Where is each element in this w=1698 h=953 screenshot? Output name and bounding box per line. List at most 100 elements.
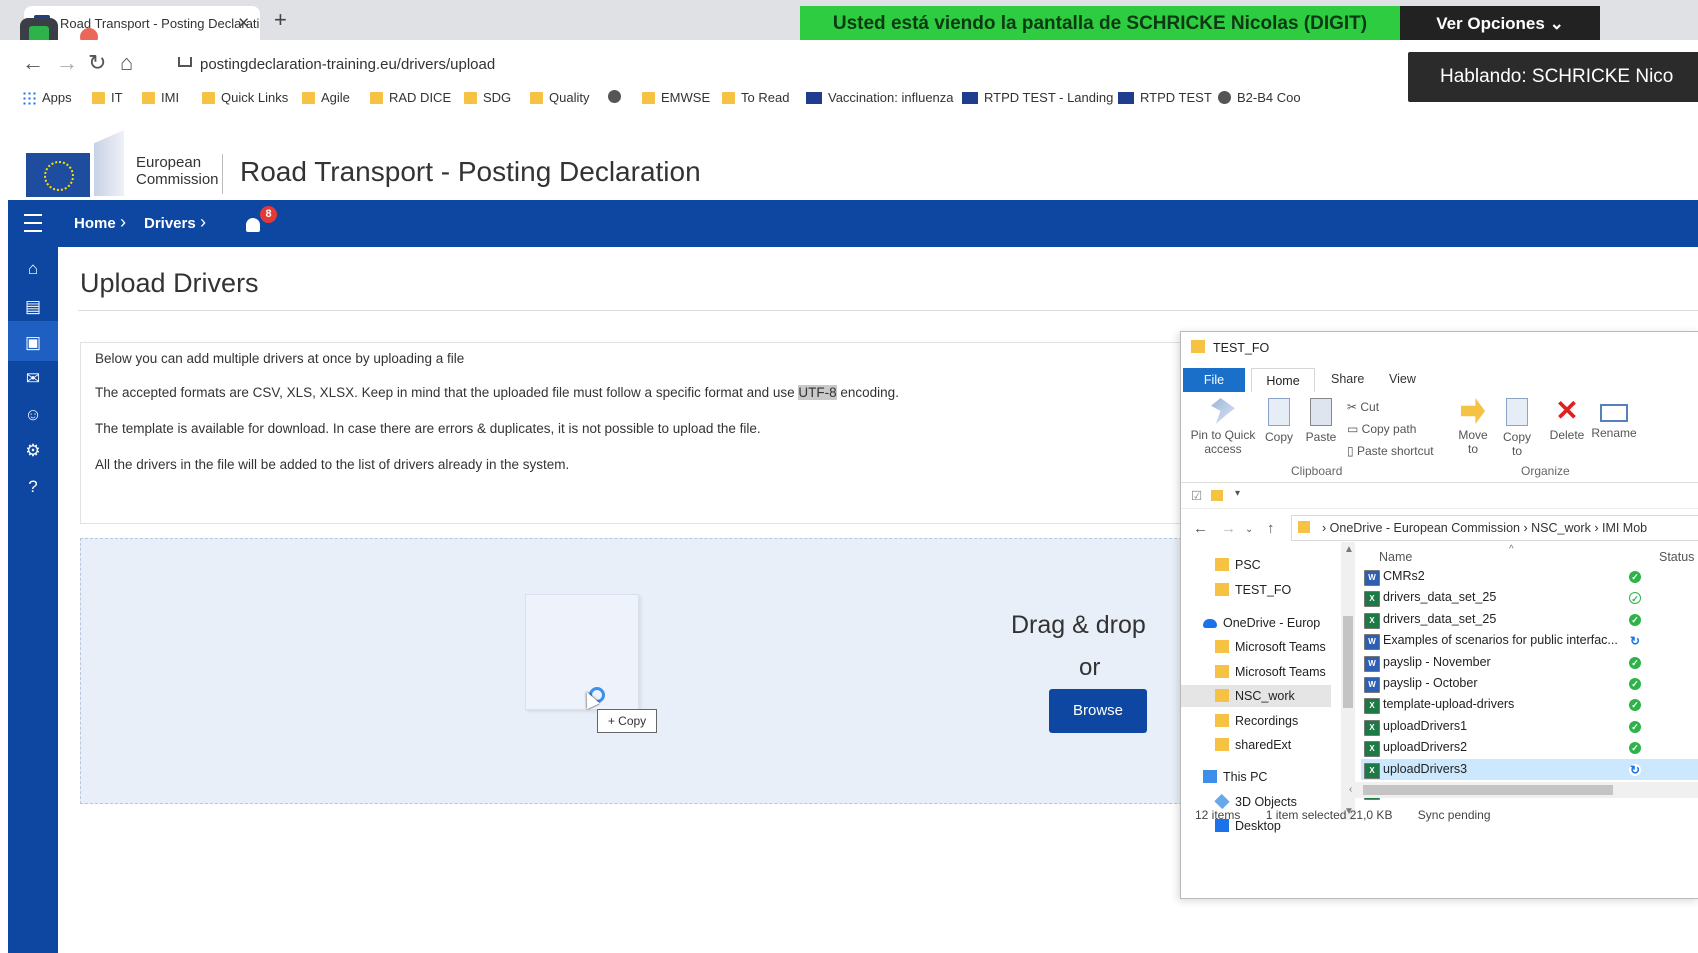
column-header-status[interactable]: Status bbox=[1659, 550, 1694, 564]
bookmark-item[interactable]: RAD DICE bbox=[370, 90, 451, 105]
bookmark-item[interactable]: IT bbox=[92, 90, 123, 105]
file-dropzone[interactable]: + Copy Drag & drop or Browse bbox=[80, 538, 1192, 804]
excel-file-icon: X bbox=[1364, 612, 1380, 629]
browser-tab[interactable]: Road Transport - Posting Declarati ✕ bbox=[24, 6, 260, 40]
scrollbar-thumb[interactable] bbox=[1343, 616, 1353, 708]
rename-button[interactable]: Rename bbox=[1591, 398, 1637, 440]
bookmark-item[interactable]: EMWSE bbox=[642, 90, 710, 105]
tree-item[interactable]: OneDrive - Europ bbox=[1181, 612, 1331, 634]
chat-icon[interactable]: ✉ bbox=[23, 369, 43, 389]
bookmark-item[interactable]: Agile bbox=[302, 90, 350, 105]
forward-icon[interactable]: → bbox=[56, 50, 78, 76]
breadcrumb-home[interactable]: Home bbox=[74, 215, 116, 232]
scroll-left-icon[interactable]: ‹ bbox=[1349, 784, 1352, 795]
navigation-scrollbar[interactable]: ▲ ▼ bbox=[1341, 542, 1355, 820]
paste-shortcut-button[interactable]: ▯ Paste shortcut bbox=[1347, 444, 1434, 458]
bookmark-item[interactable] bbox=[608, 90, 627, 103]
file-list-hscrollbar[interactable]: ‹ bbox=[1345, 782, 1698, 798]
customize-dropdown-icon[interactable]: ▾ bbox=[1235, 488, 1240, 499]
sync-status-icon: ✓ bbox=[1629, 592, 1641, 605]
explorer-titlebar[interactable]: TEST_FO bbox=[1181, 332, 1698, 362]
address-crumb-onedrive[interactable]: OneDrive - European Commission bbox=[1330, 521, 1520, 535]
tree-item[interactable]: Recordings bbox=[1181, 710, 1331, 732]
tree-item[interactable]: TEST_FO bbox=[1181, 579, 1331, 601]
address-crumb-imi[interactable]: IMI Mob bbox=[1602, 521, 1647, 535]
users-icon[interactable]: ☺ bbox=[23, 405, 43, 425]
paste-button[interactable]: Paste bbox=[1301, 398, 1341, 444]
notifications-bell-icon[interactable] bbox=[246, 218, 260, 232]
folder-icon bbox=[1191, 340, 1205, 353]
folder-icon bbox=[202, 91, 215, 104]
tree-item[interactable]: Microsoft Teams bbox=[1181, 661, 1331, 683]
up-icon[interactable]: ↑ bbox=[1267, 520, 1275, 537]
view-options-button[interactable]: Ver Opciones ⌄ bbox=[1400, 6, 1600, 42]
bookmark-item[interactable]: Quick Links bbox=[202, 90, 288, 105]
explorer-address-bar[interactable]: › OneDrive - European Commission › NSC_w… bbox=[1291, 515, 1698, 541]
bookmark-item[interactable]: Quality bbox=[530, 90, 589, 105]
file-row[interactable]: XuploadDrivers1 ✓ bbox=[1361, 716, 1698, 737]
recent-dropdown-icon[interactable]: ⌄ bbox=[1245, 524, 1253, 535]
gear-icon[interactable]: ⚙ bbox=[23, 441, 43, 461]
bookmark-item[interactable]: To Read bbox=[722, 90, 789, 105]
tab-view[interactable]: View bbox=[1389, 372, 1416, 386]
tree-item[interactable]: This PC bbox=[1181, 766, 1331, 788]
url-text[interactable]: postingdeclaration-training.eu/drivers/u… bbox=[200, 56, 495, 73]
file-row[interactable]: W CMRs2 ✓ bbox=[1361, 566, 1698, 587]
scrollbar-thumb[interactable] bbox=[1363, 785, 1613, 795]
back-icon[interactable]: ← bbox=[1193, 520, 1208, 537]
breadcrumb-drivers[interactable]: Drivers bbox=[144, 215, 196, 232]
bookmark-item[interactable]: B2-B4 Coo bbox=[1218, 90, 1301, 105]
menu-icon[interactable] bbox=[24, 214, 42, 232]
properties-checkbox-icon[interactable]: ☑ bbox=[1191, 488, 1202, 503]
file-name: Examples of scenarios for public interfa… bbox=[1383, 633, 1618, 648]
tree-item[interactable]: Microsoft Teams bbox=[1181, 636, 1331, 658]
sidebar: ⌂ ▤ ▣ ✉ ☺ ⚙ ? bbox=[8, 247, 58, 953]
bookmark-label: RAD DICE bbox=[389, 90, 452, 105]
paste-shortcut-label: Paste shortcut bbox=[1356, 444, 1434, 458]
file-row[interactable]: Wpayslip - October ✓ bbox=[1361, 673, 1698, 694]
bookmark-item[interactable]: Vaccination: influenza bbox=[806, 90, 954, 105]
tree-item[interactable]: PSC bbox=[1181, 554, 1331, 576]
document-icon[interactable]: ▤ bbox=[23, 297, 43, 317]
file-row[interactable]: Xdrivers_data_set_25 ✓ bbox=[1361, 609, 1698, 630]
copy-path-button[interactable]: ▭ Copy path bbox=[1347, 422, 1416, 436]
browse-button[interactable]: Browse bbox=[1049, 689, 1147, 733]
tree-item[interactable]: sharedExt bbox=[1181, 734, 1331, 756]
bookmark-item[interactable]: RTPD TEST bbox=[1118, 90, 1212, 105]
new-tab-icon[interactable]: + bbox=[274, 9, 287, 31]
home-icon[interactable]: ⌂ bbox=[120, 50, 133, 76]
address-crumb-nsc[interactable]: NSC_work bbox=[1531, 521, 1591, 535]
help-icon[interactable]: ? bbox=[23, 477, 43, 497]
scroll-up-icon[interactable]: ▲ bbox=[1344, 544, 1354, 555]
forward-icon[interactable]: → bbox=[1221, 520, 1236, 537]
tab-home[interactable]: Home bbox=[1251, 368, 1315, 393]
delete-button[interactable]: ✕ Delete bbox=[1547, 397, 1587, 443]
file-row[interactable]: XuploadDrivers3 ↻ bbox=[1361, 758, 1698, 780]
pin-quick-access-button[interactable]: Pin to Quick access bbox=[1187, 398, 1259, 456]
bookmark-item[interactable]: Apps bbox=[22, 90, 72, 105]
cut-button[interactable]: ✂ Cut bbox=[1347, 400, 1379, 414]
copy-to-button[interactable]: Copy to bbox=[1497, 398, 1537, 458]
new-folder-icon[interactable] bbox=[1211, 490, 1223, 501]
file-row[interactable]: Xtemplate-upload-drivers ✓ bbox=[1361, 694, 1698, 715]
file-row[interactable]: XuploadDrivers2 ✓ bbox=[1361, 737, 1698, 758]
bus-icon[interactable]: ▣ bbox=[23, 333, 43, 353]
file-row[interactable]: W Examples of scenarios for public interf… bbox=[1361, 630, 1698, 651]
column-header-name[interactable]: Name bbox=[1379, 550, 1412, 564]
reload-icon[interactable]: ↻ bbox=[88, 50, 106, 76]
bookmark-item[interactable]: SDG bbox=[464, 90, 511, 105]
tab-share[interactable]: Share bbox=[1331, 372, 1364, 386]
tree-item[interactable]: NSC_work bbox=[1181, 685, 1331, 707]
bookmark-item[interactable]: IMI bbox=[142, 90, 179, 105]
close-tab-icon[interactable]: ✕ bbox=[237, 14, 250, 32]
bookmark-item[interactable]: RTPD TEST - Landing bbox=[962, 90, 1113, 105]
address-bar[interactable]: postingdeclaration-training.eu/drivers/u… bbox=[160, 47, 1398, 81]
eu-flag-logo[interactable] bbox=[26, 153, 90, 197]
copy-button[interactable]: Copy bbox=[1259, 398, 1299, 444]
file-row[interactable]: Xdrivers_data_set_25 ✓ bbox=[1361, 587, 1698, 608]
home-icon[interactable]: ⌂ bbox=[23, 259, 43, 279]
file-row[interactable]: Wpayslip - November ✓ bbox=[1361, 652, 1698, 673]
move-to-button[interactable]: Move to bbox=[1453, 398, 1493, 456]
tab-file[interactable]: File bbox=[1183, 368, 1245, 392]
back-icon[interactable]: ← bbox=[22, 50, 44, 76]
